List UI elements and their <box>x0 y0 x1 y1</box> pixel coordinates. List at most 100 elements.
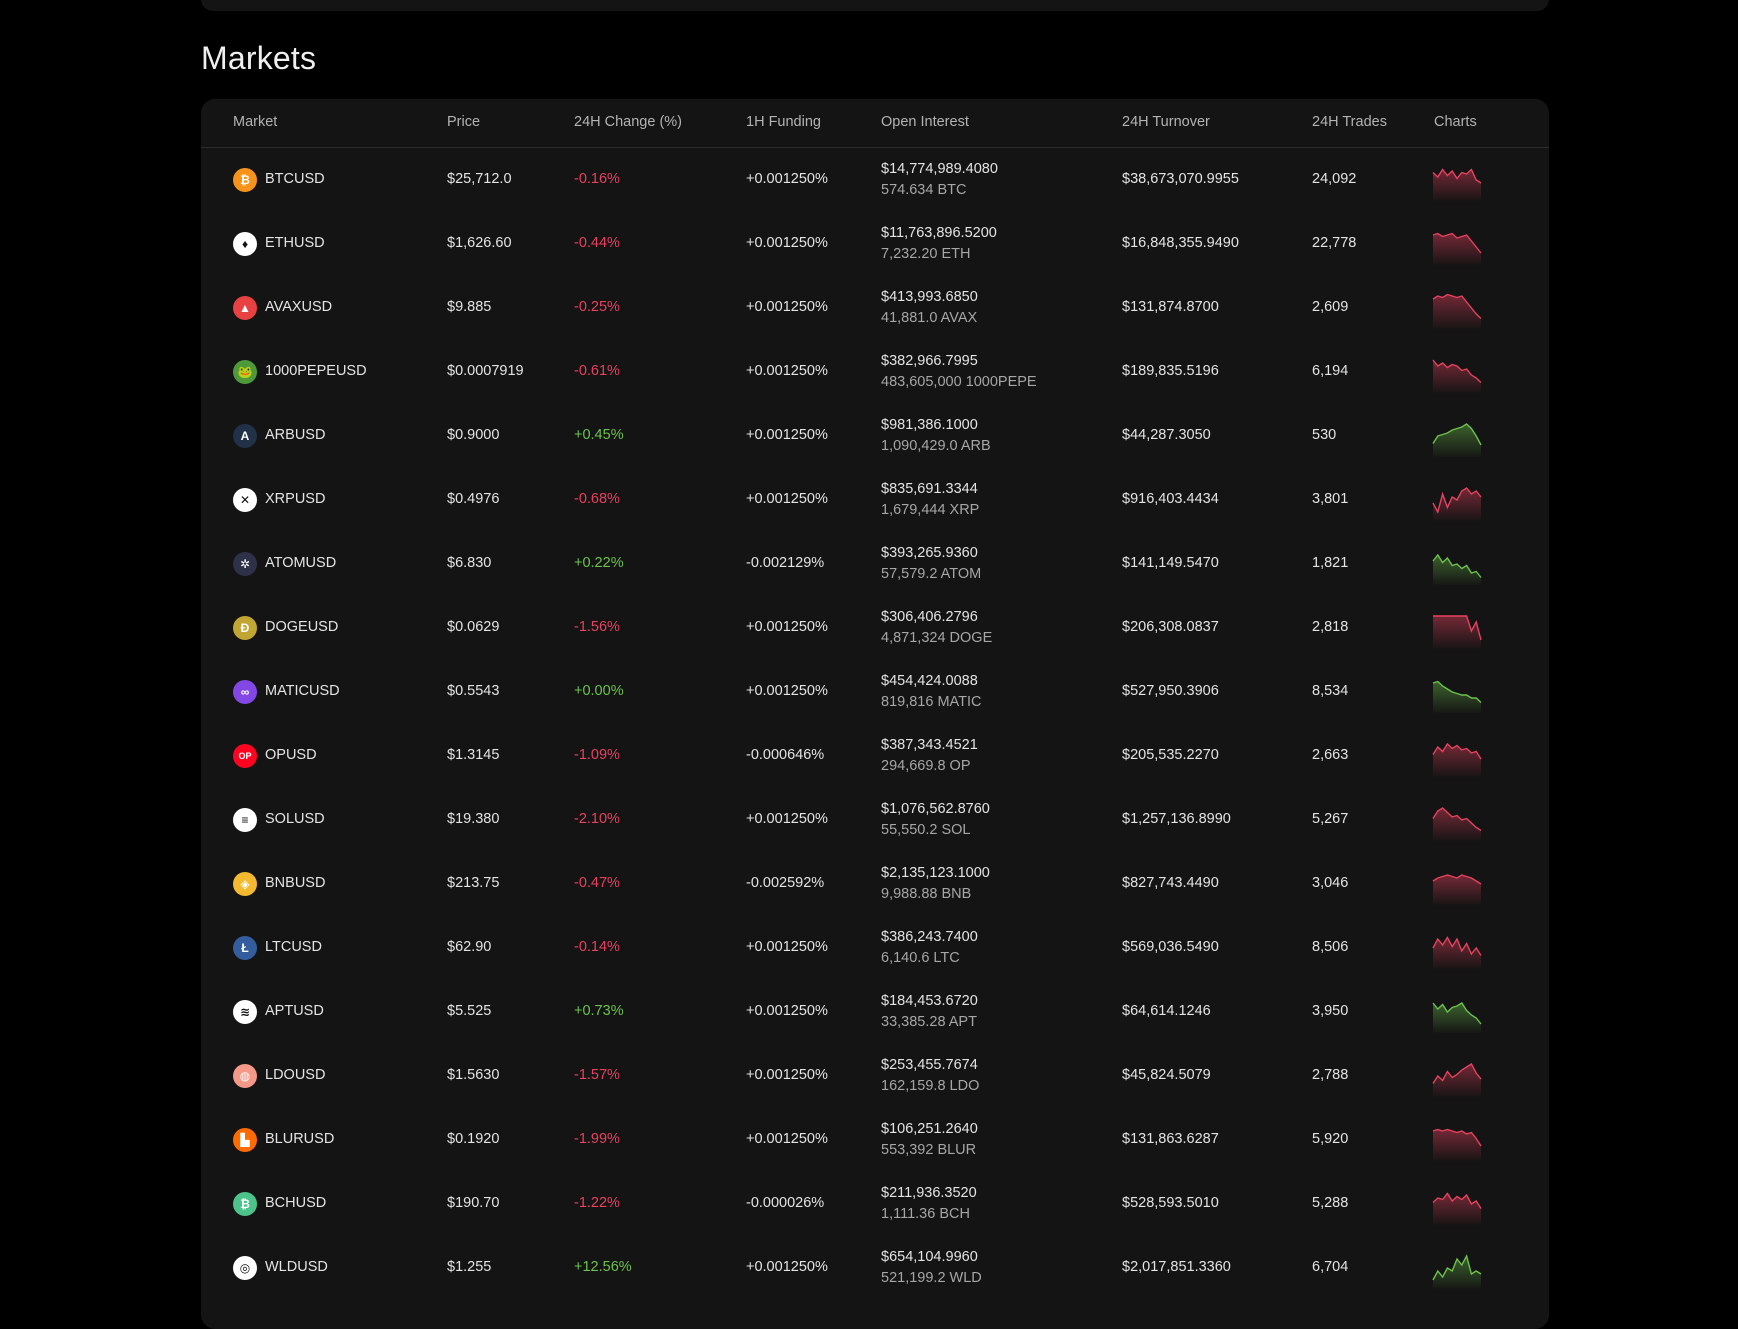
funding-value: -0.000646% <box>746 747 825 763</box>
change-value: +0.73% <box>574 1003 624 1019</box>
market-symbol[interactable]: XRPUSD <box>265 491 325 507</box>
table-row[interactable]: ▙ BLURUSD $0.1920 -1.99% +0.001250% $106,251.… <box>201 1108 1549 1172</box>
table-row[interactable]: ◍ LDOUSD $1.5630 -1.57% +0.001250% $253,455.7… <box>201 1044 1549 1108</box>
open-interest-coin: 521,199.2 WLD <box>881 1270 982 1286</box>
change-value: -0.25% <box>574 299 620 315</box>
sparkline-chart[interactable] <box>1432 799 1482 841</box>
market-symbol[interactable]: AVAXUSD <box>265 299 332 315</box>
open-interest-usd: $413,993.6850 <box>881 289 978 305</box>
table-row[interactable]: ≋ APTUSD $5.525 +0.73% +0.001250% $184,453.67… <box>201 980 1549 1044</box>
funding-value: +0.001250% <box>746 811 828 827</box>
arbitrum-icon: A <box>233 424 257 448</box>
turnover-value: $206,308.0837 <box>1122 619 1219 635</box>
turnover-value: $528,593.5010 <box>1122 1195 1219 1211</box>
sparkline-chart[interactable] <box>1432 479 1482 521</box>
sparkline-chart[interactable] <box>1432 223 1482 265</box>
market-symbol[interactable]: BNBUSD <box>265 875 325 891</box>
worldcoin-icon: ◎ <box>233 1256 257 1280</box>
sparkline-chart[interactable] <box>1432 607 1482 649</box>
sparkline-chart[interactable] <box>1432 287 1482 329</box>
sparkline-chart[interactable] <box>1432 1247 1482 1289</box>
sparkline-chart[interactable] <box>1432 927 1482 969</box>
market-symbol[interactable]: MATICUSD <box>265 683 340 699</box>
market-symbol[interactable]: BTCUSD <box>265 171 325 187</box>
market-symbol[interactable]: DOGEUSD <box>265 619 338 635</box>
header-24h-turnover[interactable]: 24H Turnover <box>1122 114 1210 130</box>
trades-value: 5,267 <box>1312 811 1349 827</box>
table-row[interactable]: ◎ WLDUSD $1.255 +12.56% +0.001250% $654,104.9… <box>201 1236 1549 1300</box>
market-symbol[interactable]: BCHUSD <box>265 1195 326 1211</box>
bitcoin-icon: ₿ <box>233 168 257 192</box>
page-title: Markets <box>201 40 317 76</box>
table-row[interactable]: ∞ MATICUSD $0.5543 +0.00% +0.001250% $454,424… <box>201 660 1549 724</box>
sparkline-chart[interactable] <box>1432 991 1482 1033</box>
turnover-value: $16,848,355.9490 <box>1122 235 1239 251</box>
change-value: -0.16% <box>574 171 620 187</box>
table-row[interactable]: ₿ BCHUSD $190.70 -1.22% -0.000026% $211,936.3… <box>201 1172 1549 1236</box>
turnover-value: $189,835.5196 <box>1122 363 1219 379</box>
trades-value: 2,663 <box>1312 747 1349 763</box>
header-24h-change[interactable]: 24H Change (%) <box>574 114 682 130</box>
table-row[interactable]: ✕ XRPUSD $0.4976 -0.68% +0.001250% $835,691.3… <box>201 468 1549 532</box>
market-symbol[interactable]: ARBUSD <box>265 427 325 443</box>
sparkline-chart[interactable] <box>1432 671 1482 713</box>
sparkline-chart[interactable] <box>1432 735 1482 777</box>
open-interest-coin: 574.634 BTC <box>881 182 967 198</box>
dogecoin-icon: Ð <box>233 616 257 640</box>
header-price[interactable]: Price <box>447 114 480 130</box>
table-row[interactable]: ≡ SOLUSD $19.380 -2.10% +0.001250% $1,076,562… <box>201 788 1549 852</box>
funding-value: +0.001250% <box>746 171 828 187</box>
market-symbol[interactable]: ATOMUSD <box>265 555 336 571</box>
trades-value: 5,920 <box>1312 1131 1349 1147</box>
header-open-interest[interactable]: Open Interest <box>881 114 969 130</box>
market-symbol[interactable]: ETHUSD <box>265 235 325 251</box>
bitcoin-cash-icon: ₿ <box>233 1192 257 1216</box>
sparkline-chart[interactable] <box>1432 1055 1482 1097</box>
market-symbol[interactable]: APTUSD <box>265 1003 324 1019</box>
header-1h-funding[interactable]: 1H Funding <box>746 114 821 130</box>
sparkline-chart[interactable] <box>1432 159 1482 201</box>
table-row[interactable]: Ð DOGEUSD $0.0629 -1.56% +0.001250% $306,406.… <box>201 596 1549 660</box>
trades-value: 22,778 <box>1312 235 1357 251</box>
table-row[interactable]: A ARBUSD $0.9000 +0.45% +0.001250% $981,386.1… <box>201 404 1549 468</box>
sparkline-chart[interactable] <box>1432 351 1482 393</box>
table-row[interactable]: ◈ BNBUSD $213.75 -0.47% -0.002592% $2,135,123… <box>201 852 1549 916</box>
sparkline-chart[interactable] <box>1432 415 1482 457</box>
table-row[interactable]: Ł LTCUSD $62.90 -0.14% +0.001250% $386,243.74… <box>201 916 1549 980</box>
header-charts: Charts <box>1434 114 1477 130</box>
market-symbol[interactable]: WLDUSD <box>265 1259 328 1275</box>
market-symbol[interactable]: LTCUSD <box>265 939 322 955</box>
trades-value: 6,704 <box>1312 1259 1349 1275</box>
open-interest-coin: 55,550.2 SOL <box>881 822 971 838</box>
header-24h-trades[interactable]: 24H Trades <box>1312 114 1387 130</box>
change-value: -0.47% <box>574 875 620 891</box>
price-value: $0.0007919 <box>447 363 524 379</box>
trades-value: 530 <box>1312 427 1337 443</box>
table-row[interactable]: 🐸 1000PEPEUSD $0.0007919 -0.61% +0.001250% $3… <box>201 340 1549 404</box>
table-row[interactable]: ♦ ETHUSD $1,626.60 -0.44% +0.001250% $11,763,… <box>201 212 1549 276</box>
top-panel-edge <box>201 0 1549 11</box>
table-row[interactable]: OP OPUSD $1.3145 -1.09% -0.000646% $387,343.4… <box>201 724 1549 788</box>
turnover-value: $205,535.2270 <box>1122 747 1219 763</box>
table-row[interactable]: ▲ AVAXUSD $9.885 -0.25% +0.001250% $413,993.6… <box>201 276 1549 340</box>
price-value: $0.4976 <box>447 491 500 507</box>
open-interest-usd: $386,243.7400 <box>881 929 978 945</box>
table-row[interactable]: ₿ BTCUSD $25,712.0 -0.16% +0.001250% $14,774,… <box>201 148 1549 212</box>
turnover-value: $131,874.8700 <box>1122 299 1219 315</box>
sparkline-chart[interactable] <box>1432 863 1482 905</box>
change-value: -0.14% <box>574 939 620 955</box>
header-market[interactable]: Market <box>233 114 277 130</box>
market-symbol[interactable]: 1000PEPEUSD <box>265 363 367 379</box>
lido-icon: ◍ <box>233 1064 257 1088</box>
funding-value: +0.001250% <box>746 491 828 507</box>
market-symbol[interactable]: OPUSD <box>265 747 317 763</box>
market-symbol[interactable]: BLURUSD <box>265 1131 334 1147</box>
sparkline-chart[interactable] <box>1432 1119 1482 1161</box>
market-symbol[interactable]: SOLUSD <box>265 811 325 827</box>
market-symbol[interactable]: LDOUSD <box>265 1067 325 1083</box>
sparkline-chart[interactable] <box>1432 543 1482 585</box>
sparkline-chart[interactable] <box>1432 1183 1482 1225</box>
turnover-value: $38,673,070.9955 <box>1122 171 1239 187</box>
open-interest-coin: 819,816 MATIC <box>881 694 982 710</box>
table-row[interactable]: ✲ ATOMUSD $6.830 +0.22% -0.002129% $393,265.9… <box>201 532 1549 596</box>
